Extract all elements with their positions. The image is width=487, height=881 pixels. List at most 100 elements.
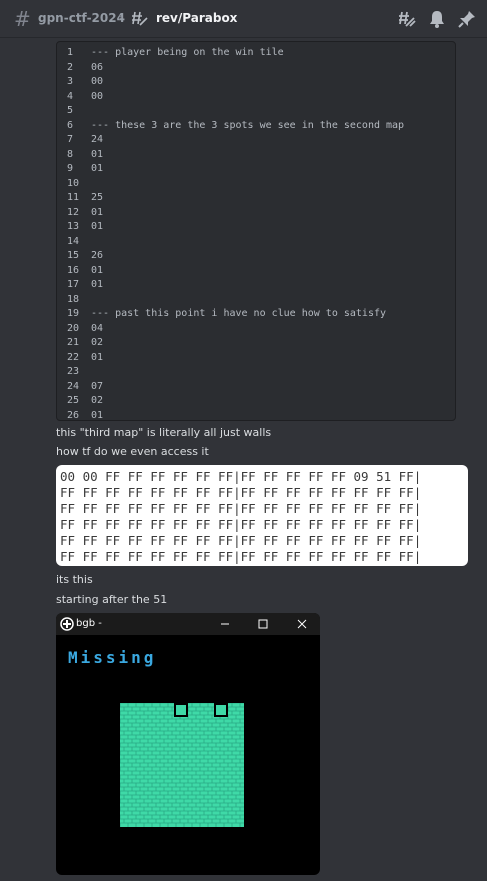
- gamepad-icon: [60, 617, 74, 631]
- hex-row: FF FF FF FF FF FF FF FF|FF FF FF FF FF F…: [60, 549, 422, 564]
- code-line: 10: [67, 177, 91, 191]
- line-number: 5: [67, 105, 74, 116]
- line-number: 16: [67, 264, 80, 276]
- message-text: its this: [56, 573, 93, 586]
- code-block: 1 --- player being on the win tile 2 06 3 00 4…: [56, 41, 456, 421]
- hex-row: FF FF FF FF FF FF FF FF|FF FF FF FF FF F…: [60, 485, 422, 500]
- code-line: 15 26: [67, 249, 103, 263]
- line-text: 26: [91, 250, 104, 261]
- line-text: 01: [91, 163, 104, 174]
- line-number: 20: [67, 322, 80, 334]
- code-line: 3 00: [67, 75, 103, 89]
- line-number: 15: [67, 250, 80, 261]
- line-number: 2: [67, 61, 74, 73]
- code-line: 2 06: [67, 61, 103, 75]
- line-number: 21: [67, 337, 80, 348]
- server-channel-name[interactable]: gpn-ctf-2024: [38, 11, 125, 25]
- code-line: 4 00: [67, 90, 103, 104]
- hex-row: FF FF FF FF FF FF FF FF|FF FF FF FF FF F…: [60, 501, 422, 516]
- notification-bell-icon[interactable]: [427, 9, 447, 29]
- line-number: 9: [67, 163, 74, 174]
- line-number: 14: [67, 235, 80, 247]
- line-text: 24: [91, 134, 104, 145]
- line-text: 06: [91, 61, 104, 73]
- pin-icon[interactable]: [457, 9, 477, 29]
- emulator-title: bgb -: [76, 618, 102, 629]
- maximize-icon[interactable]: [256, 617, 270, 631]
- code-line: 1 --- player being on the win tile: [67, 46, 284, 60]
- minimize-icon[interactable]: [218, 617, 232, 631]
- line-text: 01: [91, 279, 104, 290]
- code-line: 12 01: [67, 206, 103, 220]
- code-line: 8 01: [67, 148, 103, 162]
- emulator-titlebar: bgb -: [56, 613, 320, 635]
- line-number: 7: [67, 134, 74, 145]
- channel-hash-icon: #: [14, 7, 31, 31]
- channel-header: # gpn-ctf-2024 › rev/Parabox: [0, 0, 487, 38]
- hex-row: FF FF FF FF FF FF FF FF|FF FF FF FF FF F…: [60, 517, 422, 532]
- line-number: 8: [67, 148, 74, 160]
- code-line: 26 01: [67, 409, 103, 423]
- code-line: 16 01: [67, 264, 103, 278]
- message-text: how tf do we even access it: [56, 445, 209, 458]
- line-number: 25: [67, 395, 80, 406]
- code-line: 7 24: [67, 133, 103, 147]
- code-line: 11 25: [67, 191, 103, 205]
- line-number: 13: [67, 221, 80, 232]
- line-number: 17: [67, 279, 80, 290]
- line-text: 00: [91, 90, 104, 102]
- code-line: 22 01: [67, 351, 103, 365]
- line-text: --- player being on the win tile: [91, 47, 284, 58]
- line-number: 23: [67, 366, 80, 377]
- line-text: 02: [91, 337, 104, 348]
- line-number: 10: [67, 177, 80, 189]
- code-line: 23: [67, 365, 91, 379]
- line-number: 12: [67, 206, 80, 218]
- code-line: 18: [67, 293, 91, 307]
- line-number: 4: [67, 90, 74, 102]
- line-text: --- these 3 are the 3 spots we see in th…: [91, 119, 405, 131]
- code-line: 21 02: [67, 336, 103, 350]
- line-text: 25: [91, 192, 104, 203]
- line-text: 01: [91, 264, 104, 276]
- line-text: 01: [91, 206, 104, 218]
- code-line: 17 01: [67, 278, 103, 292]
- code-line: 25 02: [67, 394, 103, 408]
- code-line: 6 --- these 3 are the 3 spots we see in t…: [67, 119, 404, 133]
- code-line: 5: [67, 104, 91, 118]
- line-text: --- past this point i have no clue how t…: [91, 308, 387, 319]
- emulator-screenshot[interactable]: bgb - Missing: [56, 613, 320, 875]
- line-number: 22: [67, 351, 80, 363]
- game-wall-block: [120, 703, 244, 827]
- message-text: starting after the 51: [56, 593, 168, 606]
- hex-row: 00 00 FF FF FF FF FF FF|FF FF FF FF FF 0…: [60, 469, 422, 484]
- breadcrumb-separator: ›: [118, 10, 123, 24]
- game-screen-text: Missing: [68, 648, 157, 667]
- line-number: 26: [67, 409, 80, 421]
- code-line: 24 07: [67, 380, 103, 394]
- line-text: 00: [91, 76, 104, 87]
- close-icon[interactable]: [295, 617, 309, 631]
- code-line: 20 04: [67, 322, 103, 336]
- message-text: this "third map" is literally all just w…: [56, 426, 272, 439]
- line-number: 24: [67, 380, 80, 392]
- line-number: 11: [67, 192, 80, 203]
- wall-marker: [214, 703, 228, 717]
- line-text: 01: [91, 409, 104, 421]
- line-number: 19: [67, 308, 80, 319]
- hex-dump-image[interactable]: 00 00 FF FF FF FF FF FF|FF FF FF FF FF 0…: [56, 465, 468, 566]
- line-number: 1: [67, 47, 74, 58]
- code-line: 9 01: [67, 162, 103, 176]
- line-text: 01: [91, 351, 104, 363]
- line-text: 01: [91, 221, 104, 232]
- threads-icon[interactable]: [397, 9, 417, 29]
- code-line: 19 --- past this point i have no clue how…: [67, 307, 386, 321]
- code-line: 13 01: [67, 220, 103, 234]
- line-number: 18: [67, 293, 80, 305]
- line-text: 07: [91, 380, 104, 392]
- line-text: 02: [91, 395, 104, 406]
- thread-icon: [132, 11, 148, 26]
- line-number: 3: [67, 76, 74, 87]
- code-line: 14: [67, 235, 91, 249]
- line-text: 04: [91, 322, 104, 334]
